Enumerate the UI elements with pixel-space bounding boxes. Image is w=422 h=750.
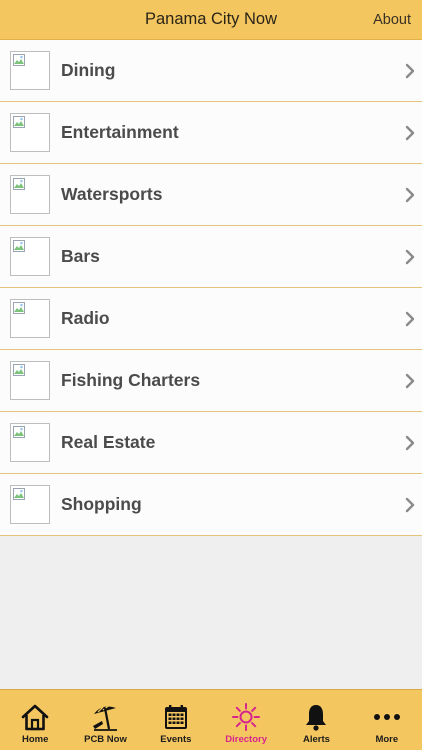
chevron-right-icon <box>405 249 415 265</box>
home-icon <box>21 704 49 731</box>
calendar-icon <box>164 705 187 729</box>
sun-icon <box>232 703 261 731</box>
chevron-right-icon <box>405 497 415 513</box>
chevron-right-icon <box>405 63 415 79</box>
broken-image-icon <box>10 485 50 524</box>
bell-icon <box>306 705 327 731</box>
broken-image-icon <box>10 423 50 462</box>
directory-item-label: Real Estate <box>61 432 156 452</box>
tab-more[interactable]: More <box>352 690 422 750</box>
tab-label: Directory <box>225 734 267 745</box>
directory-item-label: Fishing Charters <box>61 370 201 390</box>
tab-home[interactable]: Home <box>0 690 70 750</box>
broken-image-icon <box>10 175 50 214</box>
broken-image-icon <box>10 113 50 152</box>
page-title: Panama City Now <box>144 10 278 28</box>
directory-item-label: Dining <box>61 60 116 80</box>
chevron-right-icon <box>405 187 415 203</box>
directory-item-fishing-charters[interactable]: Fishing Charters <box>0 350 422 412</box>
directory-list: Dining Entertainment Watersports Bars Ra… <box>0 40 422 536</box>
broken-image-icon <box>10 361 50 400</box>
tab-alerts[interactable]: Alerts <box>281 690 351 750</box>
tab-events[interactable]: Events <box>141 690 211 750</box>
directory-item-shopping[interactable]: Shopping <box>0 474 422 536</box>
directory-item-label: Entertainment <box>61 122 179 142</box>
directory-item-bars[interactable]: Bars <box>0 226 422 288</box>
more-dots-icon <box>373 714 400 720</box>
directory-item-watersports[interactable]: Watersports <box>0 164 422 226</box>
tab-directory[interactable]: Directory <box>211 690 281 750</box>
beach-umbrella-icon <box>93 704 118 731</box>
broken-image-icon <box>10 51 50 90</box>
directory-item-entertainment[interactable]: Entertainment <box>0 102 422 164</box>
directory-item-label: Radio <box>61 308 110 328</box>
directory-item-real-estate[interactable]: Real Estate <box>0 412 422 474</box>
directory-item-dining[interactable]: Dining <box>0 40 422 102</box>
directory-item-radio[interactable]: Radio <box>0 288 422 350</box>
top-navigation-bar: Panama City Now About <box>0 0 422 40</box>
chevron-right-icon <box>405 311 415 327</box>
chevron-right-icon <box>405 125 415 141</box>
tab-label: PCB Now <box>84 734 127 745</box>
tab-label: More <box>375 734 399 745</box>
tab-label: Events <box>160 734 192 745</box>
tab-pcb-now[interactable]: PCB Now <box>70 690 140 750</box>
bottom-tab-bar: Home PCB Now Events Directory Alerts Mor… <box>0 689 422 750</box>
chevron-right-icon <box>405 373 415 389</box>
tab-label: Alerts <box>303 734 330 745</box>
tab-label: Home <box>21 734 49 745</box>
directory-item-label: Watersports <box>61 184 163 204</box>
chevron-right-icon <box>405 435 415 451</box>
directory-item-label: Bars <box>61 246 100 266</box>
broken-image-icon <box>10 299 50 338</box>
about-button[interactable]: About <box>373 0 411 40</box>
directory-item-label: Shopping <box>61 494 142 514</box>
broken-image-icon <box>10 237 50 276</box>
